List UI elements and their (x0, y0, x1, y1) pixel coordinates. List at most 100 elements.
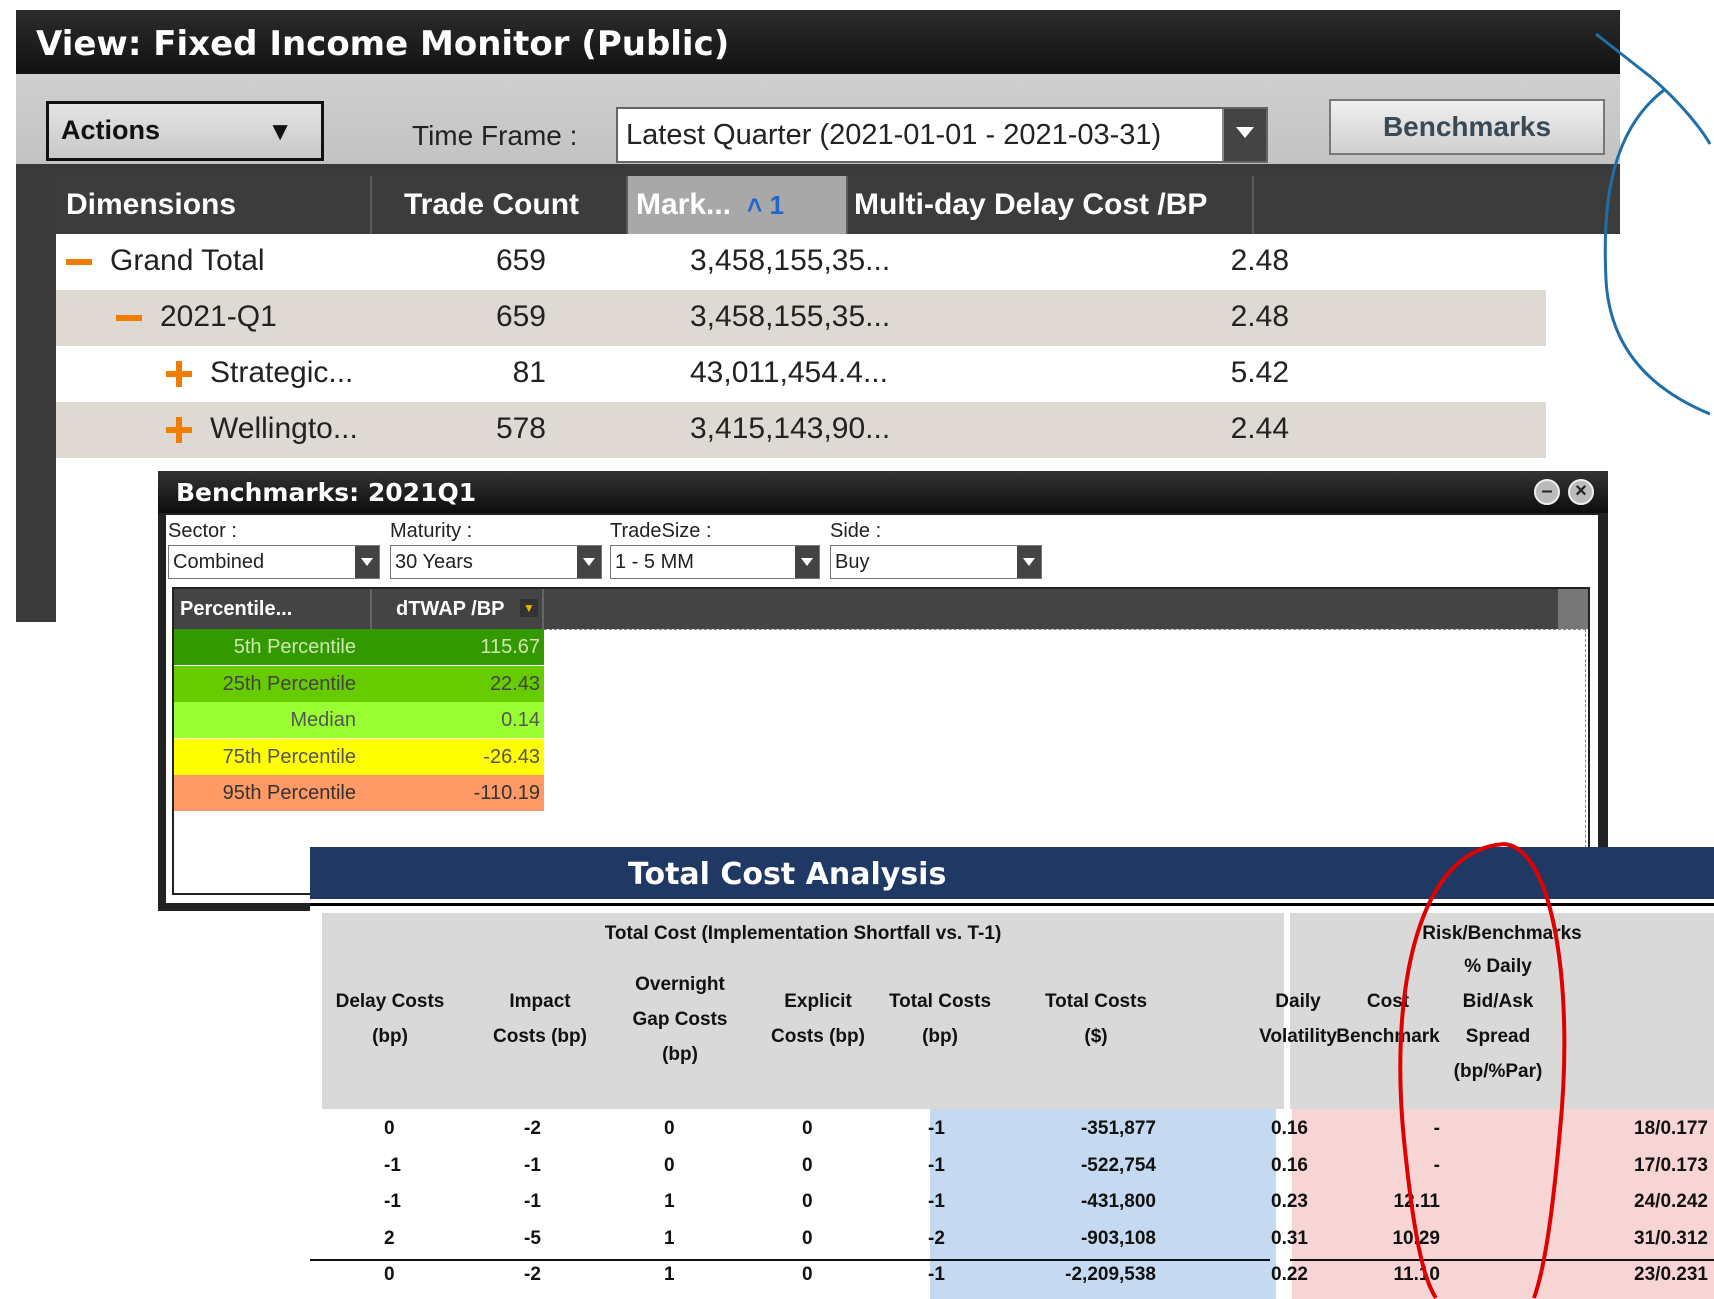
tca-cell: -1 (524, 1191, 541, 1212)
percentile-row[interactable]: 25th Percentile 22.43 (174, 665, 544, 702)
tca-cell: -1 (384, 1191, 401, 1212)
sector-select[interactable]: Combined (168, 545, 380, 579)
collapse-icon[interactable] (116, 315, 142, 322)
column-header-multi-day-delay-cost[interactable]: Multi-day Delay Cost /BP (848, 176, 1254, 234)
tca-cell: 17/0.173 (1634, 1154, 1708, 1176)
tca-cell: -1 (384, 1154, 401, 1176)
side-select[interactable]: Buy (830, 545, 1042, 579)
blue-bracket-annotation (1595, 32, 1712, 416)
tca-cell: 0 (384, 1264, 395, 1285)
header-filler (1558, 589, 1588, 629)
header-line: Delay Costs (335, 991, 445, 1012)
tca-column-header: Delay Costs (bp) (320, 984, 460, 1054)
time-frame-select[interactable]: Latest Quarter (2021-01-01 - 2021-03-31) (616, 107, 1268, 163)
sector-label: Sector : (168, 520, 237, 542)
column-header-market-value[interactable]: Mark... ˄ 1 (628, 176, 848, 234)
column-header-trade-count[interactable]: Trade Count (372, 176, 628, 234)
tca-cell: 1 (664, 1191, 675, 1212)
tca-cell: -351,877 (1080, 1118, 1156, 1139)
popup-title: Benchmarks: 2021Q1 (158, 471, 1608, 513)
caret-down-icon: ▼ (267, 116, 293, 146)
header-line: ($) (1084, 1026, 1108, 1047)
column-menu-icon[interactable]: ▼ (520, 599, 538, 617)
tca-column-header: Overnight Gap Costs (bp) (620, 967, 740, 1072)
tca-cell: 24/0.242 (1634, 1191, 1708, 1212)
tca-cell: 23/0.231 (1634, 1264, 1708, 1285)
expand-icon[interactable] (166, 361, 192, 388)
header-line: (bp) (372, 1026, 408, 1047)
expand-icon[interactable] (166, 417, 192, 444)
header-line: Costs (bp) (493, 1026, 587, 1047)
percentile-label: 95th Percentile (222, 782, 356, 805)
window-title: View: Fixed Income Monitor (Public) (16, 10, 1620, 74)
dropdown-arrow-icon[interactable] (795, 546, 819, 578)
tca-cell: 0.16 (1271, 1154, 1308, 1176)
divider (544, 629, 1586, 630)
benchmarks-button[interactable]: Benchmarks (1329, 99, 1605, 155)
side-label: Side : (830, 520, 882, 542)
trade-size-label: TradeSize : (610, 520, 712, 542)
tca-cell: 0.23 (1271, 1191, 1308, 1212)
dtwap-value: 22.43 (489, 672, 540, 695)
tca-cell: -2 (928, 1227, 945, 1249)
tca-column-header: Impact Costs (bp) (480, 984, 600, 1054)
grid-row-strategic[interactable]: Strategic... 81 43,011,454.4... 5.42 (56, 346, 1546, 402)
close-icon[interactable]: × (1568, 479, 1594, 505)
dropdown-arrow-icon[interactable] (1222, 109, 1266, 161)
actions-label: Actions (61, 115, 161, 145)
total-cost-group-label: Total Cost (Implementation Shortfall vs.… (604, 923, 1002, 944)
header-line: Impact (509, 991, 571, 1012)
column-header-percentile[interactable]: Percentile... (180, 598, 292, 621)
time-frame-label: Time Frame : (412, 120, 578, 151)
grid-row-grand-total[interactable]: Grand Total 659 3,458,155,35... 2.48 (56, 234, 1546, 290)
header-line: Total Costs (888, 991, 992, 1012)
toolbar: Actions ▼ Time Frame : Latest Quarter (2… (16, 74, 1620, 164)
tca-cell: -1 (928, 1118, 945, 1139)
maturity-select[interactable]: 30 Years (390, 545, 602, 579)
grid-row-2021-q1[interactable]: 2021-Q1 659 3,458,155,35... 2.48 (56, 290, 1546, 346)
dtwap-value: 115.67 (480, 636, 540, 658)
dropdown-arrow-icon[interactable] (355, 546, 379, 578)
tca-cell: -903,108 (1080, 1227, 1156, 1249)
trade-size-select[interactable]: 1 - 5 MM (610, 545, 820, 579)
red-ellipse-annotation (1398, 842, 1567, 1299)
dropdown-arrow-icon[interactable] (577, 546, 601, 578)
percentile-label: 75th Percentile (222, 745, 356, 768)
tca-cell: 0 (802, 1227, 813, 1249)
percentile-row[interactable]: 75th Percentile -26.43 (174, 738, 544, 775)
tca-cell: -522,754 (1080, 1154, 1156, 1176)
tca-cell: 0 (384, 1118, 395, 1139)
column-header-dtwap[interactable]: dTWAP /BP ▼ (370, 589, 544, 629)
tca-cell: -1 (928, 1264, 945, 1285)
header-line: Gap Costs (632, 1008, 728, 1030)
percentile-label: 5th Percentile (233, 636, 356, 658)
percentile-row[interactable]: 5th Percentile 115.67 (174, 629, 544, 665)
tca-cell: 0.16 (1271, 1118, 1308, 1139)
dropdown-arrow-icon[interactable] (1017, 546, 1041, 578)
grid-row-wellington[interactable]: Wellingto... 578 3,415,143,90... 2.44 (56, 402, 1546, 458)
tca-cell: -2,209,538 (1065, 1264, 1156, 1285)
minimize-icon[interactable]: – (1534, 479, 1560, 505)
percentile-label: 25th Percentile (222, 672, 356, 695)
tca-cell: -2 (524, 1264, 541, 1285)
percentile-row[interactable]: 95th Percentile -110.19 (174, 775, 544, 812)
tca-cell: -1 (928, 1191, 945, 1212)
tca-cell: 0 (802, 1191, 813, 1212)
tca-cell: 0.22 (1271, 1264, 1308, 1285)
tca-cell: 0 (664, 1118, 675, 1139)
tca-column-header: Total Costs (bp) (880, 984, 1000, 1054)
tca-cell: 1 (664, 1264, 675, 1285)
percentile-row[interactable]: Median 0.14 (174, 702, 544, 739)
tca-cell: 0 (802, 1154, 813, 1176)
dtwap-value: -110.19 (473, 782, 540, 805)
header-line: (bp) (922, 1026, 958, 1047)
tca-cell: 1 (664, 1227, 675, 1249)
tca-cell: 0 (802, 1118, 813, 1139)
collapse-icon[interactable] (66, 259, 92, 266)
dtwap-value: -26.43 (483, 745, 540, 768)
tca-cell: -1 (928, 1154, 945, 1176)
actions-menu-button[interactable]: Actions ▼ (46, 101, 324, 161)
divider (310, 1259, 1270, 1261)
column-header-dimensions[interactable]: Dimensions (56, 176, 372, 234)
sort-ascending-icon: ˄ 1 (747, 190, 784, 220)
